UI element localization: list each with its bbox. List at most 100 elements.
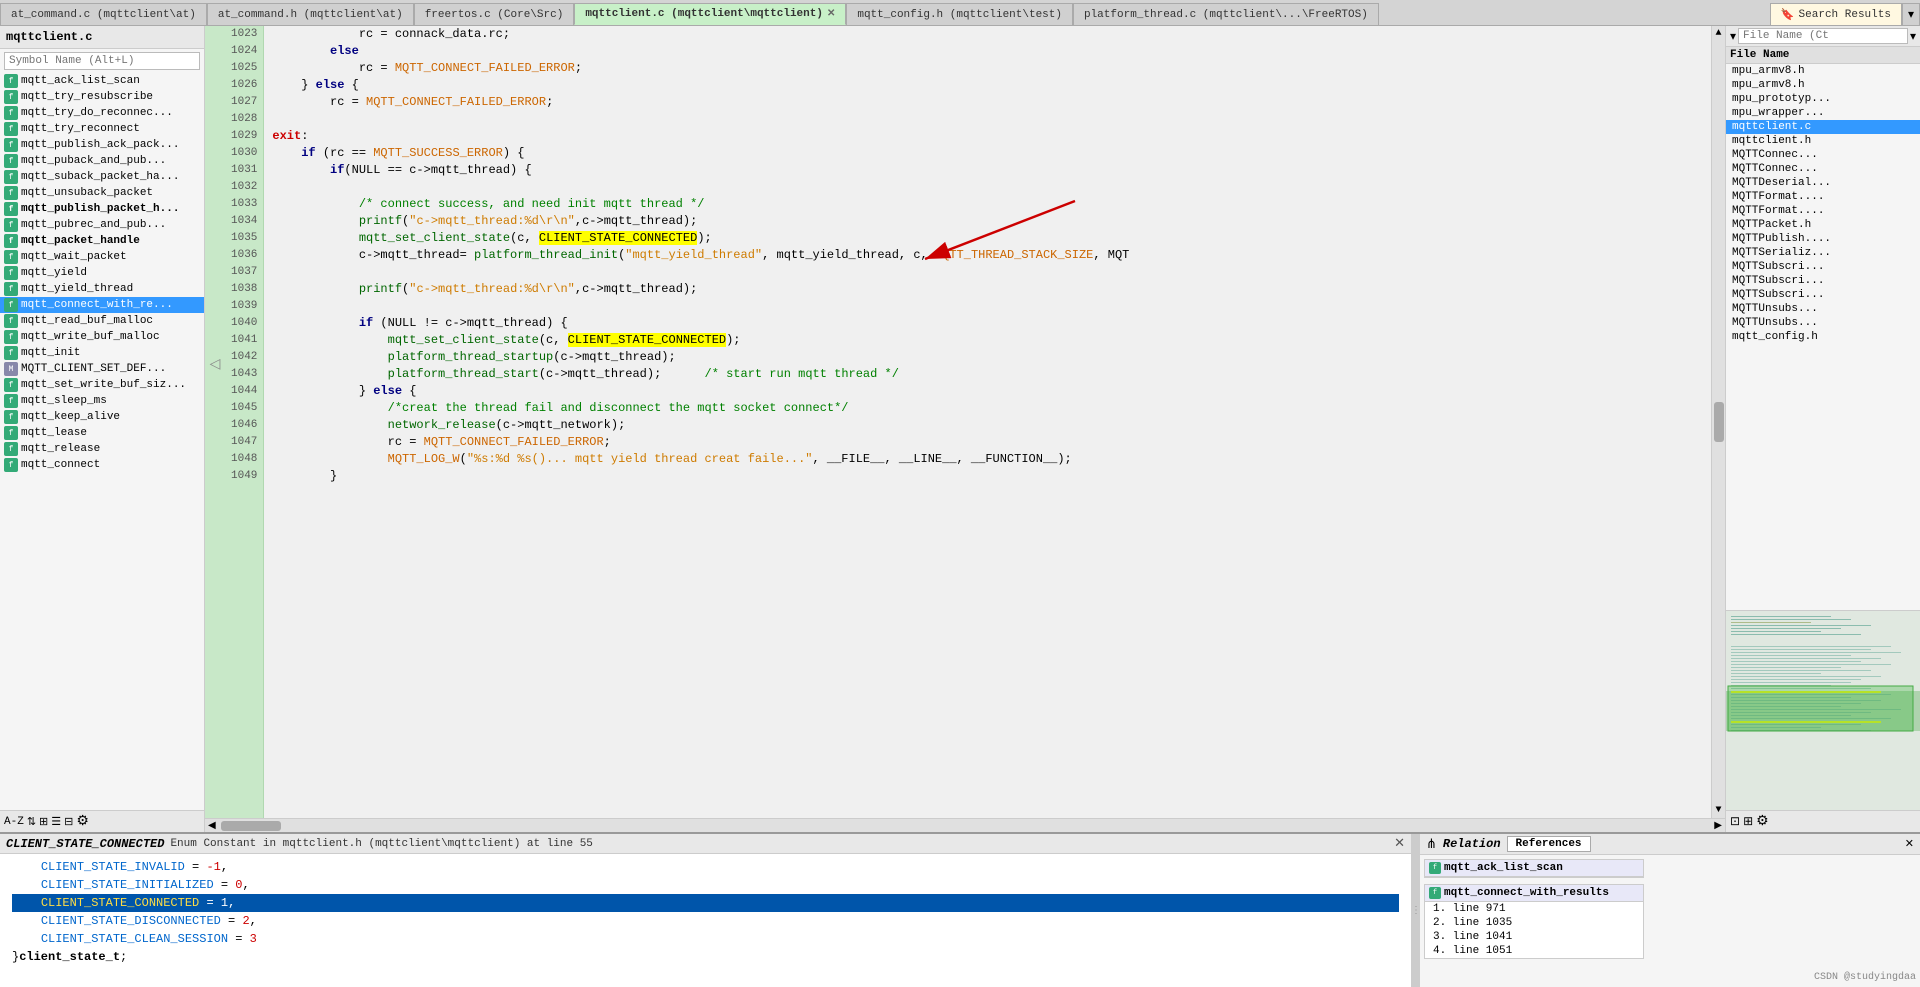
list-item[interactable]: fmqtt_unsuback_packet	[0, 185, 204, 201]
list-view-icon[interactable]: ☰	[51, 815, 61, 829]
bookmark-icon: 🔖	[1781, 8, 1795, 22]
scroll-left-arrow[interactable]: ◀	[205, 820, 219, 832]
relation-item[interactable]: 2. line 1035	[1425, 916, 1643, 930]
sort-az-button[interactable]: A-Z	[4, 816, 24, 828]
list-item[interactable]: MQTTSubscri...	[1726, 274, 1920, 288]
tab-search-results[interactable]: 🔖 Search Results	[1770, 3, 1902, 25]
list-item[interactable]: mpu_wrapper...	[1726, 106, 1920, 120]
code-line	[272, 298, 1703, 315]
relation-close-button[interactable]: ✕	[1905, 837, 1914, 851]
list-item[interactable]: fmqtt_pubrec_and_pub...	[0, 217, 204, 233]
list-item[interactable]: fmqtt_yield_thread	[0, 281, 204, 297]
relation-item[interactable]: 4. line 1051	[1425, 944, 1643, 958]
list-item-active[interactable]: fmqtt_connect_with_re...	[0, 297, 204, 313]
tab-at-command-c[interactable]: at_command.c (mqttclient\at)	[0, 3, 207, 25]
scroll-up-arrow[interactable]: ▲	[1713, 26, 1723, 41]
list-item[interactable]: fmqtt_puback_and_pub...	[0, 153, 204, 169]
tab-mqttclient-c[interactable]: mqttclient.c (mqttclient\mqttclient) ✕	[574, 3, 846, 25]
tab-close-icon[interactable]: ✕	[827, 8, 835, 20]
list-item[interactable]: mpu_armv8.h	[1726, 64, 1920, 78]
definition-close-button[interactable]: ✕	[1394, 836, 1405, 851]
scroll-right-arrow[interactable]: ▶	[1711, 820, 1725, 832]
list-item[interactable]: MQTTDeserial...	[1726, 176, 1920, 190]
tab-references[interactable]: References	[1507, 836, 1591, 852]
symbol-icon: f	[4, 378, 18, 392]
list-item[interactable]: MQTTConnec...	[1726, 162, 1920, 176]
list-item[interactable]: mpu_prototyp...	[1726, 92, 1920, 106]
code-line: network_release(c->mqtt_network);	[272, 417, 1703, 434]
watermark: CSDN @studyingdaa	[1814, 972, 1916, 983]
list-item[interactable]: fmqtt_connect	[0, 457, 204, 473]
list-item[interactable]: fmqtt_sleep_ms	[0, 393, 204, 409]
list-item-mqttclient-c[interactable]: mqttclient.c	[1726, 120, 1920, 134]
scroll-thumb[interactable]	[1714, 402, 1724, 442]
list-item[interactable]: fmqtt_ack_list_scan	[0, 73, 204, 89]
file-list-header: File Name	[1726, 47, 1920, 64]
list-item[interactable]: fmqtt_write_buf_malloc	[0, 329, 204, 345]
list-item[interactable]: MQTTSubscri...	[1726, 260, 1920, 274]
list-item[interactable]: MMQTT_CLIENT_SET_DEF...	[0, 361, 204, 377]
symbol-icon: f	[4, 330, 18, 344]
grid-view-icon[interactable]: ⊞	[39, 815, 48, 829]
symbol-list: fmqtt_ack_list_scan fmqtt_try_resubscrib…	[0, 73, 204, 810]
list-item[interactable]: fmqtt_wait_packet	[0, 249, 204, 265]
list-item[interactable]: MQTTSubscri...	[1726, 288, 1920, 302]
symbol-search-input[interactable]	[4, 52, 200, 70]
code-line: platform_thread_startup(c->mqtt_thread);	[272, 349, 1703, 366]
list-item[interactable]: MQTTSerializ...	[1726, 246, 1920, 260]
list-item[interactable]: fmqtt_suback_packet_ha...	[0, 169, 204, 185]
list-item[interactable]: mpu_armv8.h	[1726, 78, 1920, 92]
relation-item[interactable]: 1. line 971	[1425, 902, 1643, 916]
list-item[interactable]: MQTTConnec...	[1726, 148, 1920, 162]
list-item[interactable]: MQTTFormat....	[1726, 204, 1920, 218]
panel-splitter[interactable]: ⋮	[1412, 834, 1420, 987]
panel-icon2[interactable]: ⊞	[1743, 814, 1753, 829]
list-item[interactable]: MQTTUnsubs...	[1726, 302, 1920, 316]
list-item[interactable]: MQTTFormat....	[1726, 190, 1920, 204]
list-item[interactable]: MQTTPublish....	[1726, 232, 1920, 246]
tab-platform-thread-c[interactable]: platform_thread.c (mqttclient\...\FreeRT…	[1073, 3, 1379, 25]
horizontal-scrollbar[interactable]: ◀ ▶	[205, 818, 1725, 832]
list-item[interactable]: fmqtt_keep_alive	[0, 409, 204, 425]
list-item[interactable]: fmqtt_release	[0, 441, 204, 457]
tab-bar: at_command.c (mqttclient\at) at_command.…	[0, 0, 1920, 26]
list-item[interactable]: fmqtt_try_do_reconnec...	[0, 105, 204, 121]
code-content: rc = connack_data.rc; else rc = MQTT_CON…	[264, 26, 1711, 818]
code-line: printf("c->mqtt_thread:%d\r\n",c->mqtt_t…	[272, 213, 1703, 230]
code-line-highlighted2: mqtt_set_client_state(c, CLIENT_STATE_CO…	[272, 332, 1703, 349]
list-item[interactable]: fmqtt_try_reconnect	[0, 121, 204, 137]
tab-label: platform_thread.c (mqttclient\...\FreeRT…	[1084, 9, 1368, 21]
list-item[interactable]: mqtt_config.h	[1726, 330, 1920, 344]
symbol-icon: f	[4, 394, 18, 408]
h-scroll-thumb[interactable]	[221, 821, 281, 831]
tab-dropdown-button[interactable]: ▾	[1902, 3, 1920, 25]
list-item[interactable]: MQTTPacket.h	[1726, 218, 1920, 232]
list-item[interactable]: fmqtt_try_resubscribe	[0, 89, 204, 105]
code-line: }	[272, 468, 1703, 485]
chevron-down-icon[interactable]: ▾	[1730, 29, 1736, 44]
code-scroll[interactable]: 1023102410251026 1027102810291030 103110…	[225, 26, 1711, 818]
list-item[interactable]: fmqtt_publish_packet_h...	[0, 201, 204, 217]
minimap-settings-icon[interactable]: ⊡	[1730, 814, 1740, 829]
list-item[interactable]: fmqtt_init	[0, 345, 204, 361]
sort-icon[interactable]: ⇅	[27, 815, 36, 829]
list-item[interactable]: fmqtt_set_write_buf_siz...	[0, 377, 204, 393]
relation-item[interactable]: 3. line 1041	[1425, 930, 1643, 944]
split-view-icon[interactable]: ⊟	[64, 815, 73, 829]
list-item[interactable]: fmqtt_publish_ack_pack...	[0, 137, 204, 153]
list-item[interactable]: fmqtt_yield	[0, 265, 204, 281]
tab-freertos-c[interactable]: freertos.c (Core\Src)	[414, 3, 575, 25]
list-item[interactable]: MQTTUnsubs...	[1726, 316, 1920, 330]
settings-icon[interactable]: ⚙	[76, 813, 89, 830]
tab-mqtt-config-h[interactable]: mqtt_config.h (mqttclient\test)	[846, 3, 1073, 25]
tab-at-command-h[interactable]: at_command.h (mqttclient\at)	[207, 3, 414, 25]
settings-icon2[interactable]: ⚙	[1756, 813, 1769, 830]
vertical-scrollbar[interactable]: ▲ ▼	[1711, 26, 1725, 818]
scroll-down-arrow[interactable]: ▼	[1713, 803, 1723, 818]
file-filter-input[interactable]	[1738, 28, 1908, 44]
dropdown-icon[interactable]: ▾	[1910, 29, 1916, 44]
list-item[interactable]: mqttclient.h	[1726, 134, 1920, 148]
list-item[interactable]: fmqtt_lease	[0, 425, 204, 441]
list-item[interactable]: fmqtt_read_buf_malloc	[0, 313, 204, 329]
list-item[interactable]: fmqtt_packet_handle	[0, 233, 204, 249]
